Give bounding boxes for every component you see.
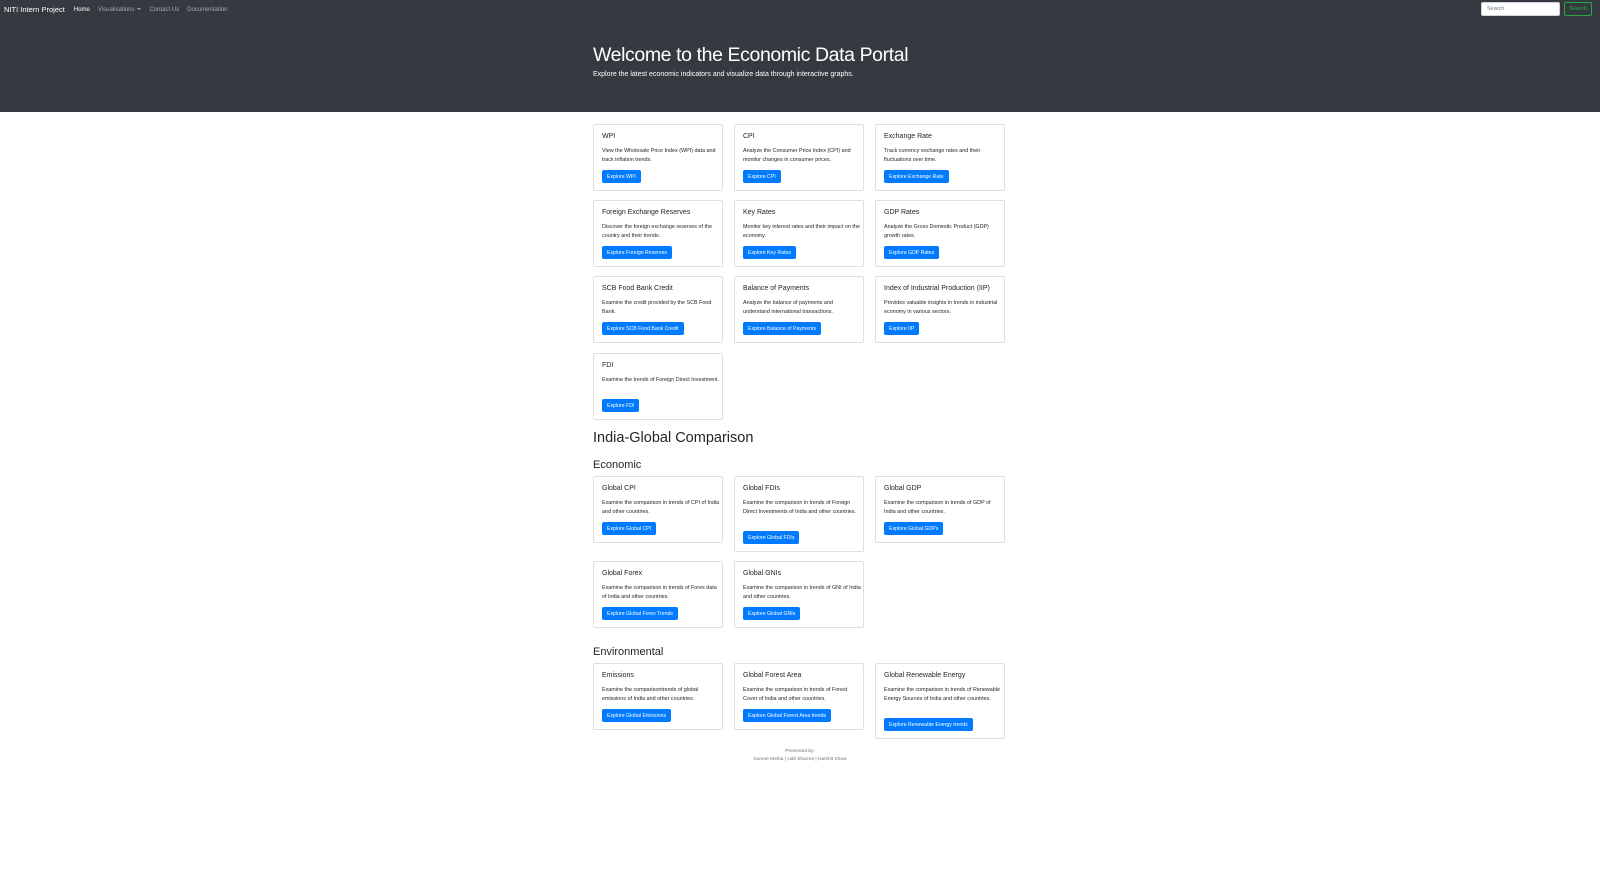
nav-link-documentation[interactable]: Documentation: [187, 7, 227, 13]
search-form: Search: [1481, 2, 1592, 16]
card-global-cpi: Global CPI Examine the comparison in tre…: [593, 476, 723, 543]
card-title: Global Forex: [602, 570, 643, 577]
card-title: Index of Industrial Production (IIP): [884, 285, 990, 292]
explore-global-gnis-button[interactable]: Explore Global GNIs: [743, 607, 801, 620]
explore-key-rates-button[interactable]: Explore Key Rates: [743, 246, 796, 259]
environmental-heading: Environmental: [593, 646, 664, 658]
nav-link-visualisations[interactable]: Visualisations: [98, 7, 142, 13]
navbar-brand[interactable]: NITI Intern Project: [4, 5, 65, 14]
card-cpi: CPI Analyze the Consumer Price Index (CP…: [734, 124, 864, 191]
card-text: Monitor key interest rates and their imp…: [743, 224, 860, 239]
card-text: Examine the comparison in trends of CPI …: [602, 500, 720, 515]
nav-link-home[interactable]: Home: [74, 7, 90, 13]
card-global-forest-area: Global Forest Area Examine the compariso…: [734, 663, 864, 730]
card-text: Discover the foreign exchange reserves o…: [602, 224, 712, 239]
card-text: Examine the comparison in trends of Fore…: [743, 687, 848, 702]
nav-link-contact[interactable]: Contact Us: [149, 7, 179, 13]
explore-fdi-button[interactable]: Explore FDI: [602, 399, 640, 412]
card-title: Foreign Exchange Reserves: [602, 209, 691, 216]
footer: Presented by: Suneet Mehta | Udit Sharma…: [0, 748, 1600, 763]
search-button[interactable]: Search: [1564, 2, 1592, 16]
card-text: View the Wholesale Price Index (WPI) dat…: [602, 148, 716, 163]
explore-cpi-button[interactable]: Explore CPI: [743, 170, 781, 183]
explore-global-gdps-button[interactable]: Explore Global GDPs: [884, 522, 944, 535]
card-fdi: FDI Examine the trends of Foreign Direct…: [593, 353, 723, 420]
card-title: Global Renewable Energy: [884, 672, 966, 679]
card-title: Exchange Rate: [884, 133, 932, 140]
card-title: Global GNIs: [743, 570, 782, 577]
search-input[interactable]: [1481, 2, 1560, 16]
footer-presented-by: Presented by:: [785, 749, 815, 754]
card-title: GDP Rates: [884, 209, 920, 216]
card-global-gnis: Global GNIs Examine the comparison in tr…: [734, 561, 864, 628]
card-title: Emissions: [602, 672, 634, 679]
card-global-forex: Global Forex Examine the comparison in t…: [593, 561, 723, 628]
card-title: Key Rates: [743, 209, 776, 216]
chevron-down-icon: [137, 7, 142, 10]
hero-subtitle: Explore the latest economic indicators a…: [593, 71, 854, 78]
card-gdp-rates: GDP Rates Analyze the Gross Domestic Pro…: [875, 200, 1005, 267]
explore-foreign-reserves-button[interactable]: Explore Foreign Reserves: [602, 246, 672, 259]
card-text: Analyze the Consumer Price Index (CPI) a…: [743, 148, 851, 163]
nav-link-visualisations-label: Visualisations: [97, 6, 135, 13]
explore-global-forex-button[interactable]: Explore Global Forex Trends: [602, 607, 679, 620]
card-text: Examine the comparison in trends of Rene…: [884, 687, 1000, 702]
card-title: Global FDIs: [743, 485, 780, 492]
card-global-renewable-energy: Global Renewable Energy Examine the comp…: [875, 663, 1005, 739]
card-title: FDI: [602, 362, 614, 369]
card-global-fdis: Global FDIs Examine the comparison in tr…: [734, 476, 864, 552]
card-foreign-exchange-reserves: Foreign Exchange Reserves Discover the f…: [593, 200, 723, 267]
card-title: Balance of Payments: [743, 285, 810, 292]
explore-exchange-rate-button[interactable]: Explore Exchange Rate: [884, 170, 949, 183]
card-title: Global Forest Area: [743, 672, 802, 679]
explore-renewable-energy-button[interactable]: Explore Renewable Energy trends: [884, 718, 973, 731]
card-text: Provides valuable insights in trends in …: [884, 300, 998, 315]
card-balance-of-payments: Balance of Payments Analyze the balance …: [734, 276, 864, 343]
card-title: CPI: [743, 133, 755, 140]
explore-balance-of-payments-button[interactable]: Explore Balance of Payments: [743, 322, 822, 335]
hero-jumbotron: Welcome to the Economic Data Portal Expl…: [0, 19, 1600, 112]
navbar: NITI Intern Project Home Visualisations …: [0, 0, 1600, 19]
card-exchange-rate: Exchange Rate Track currency exchange ra…: [875, 124, 1005, 191]
card-text: Examine the credit provided by the SCB F…: [602, 300, 712, 315]
card-scb-food-bank-credit: SCB Food Bank Credit Examine the credit …: [593, 276, 723, 343]
card-title: SCB Food Bank Credit: [602, 285, 673, 292]
explore-global-cpi-button[interactable]: Explore Global CPI: [602, 522, 657, 535]
explore-global-emissions-button[interactable]: Explore Global Emissions: [602, 709, 672, 722]
card-text: Analyze the balance of payments and unde…: [743, 300, 833, 315]
card-wpi: WPI View the Wholesale Price Index (WPI)…: [593, 124, 723, 191]
explore-scb-food-bank-credit-button[interactable]: Explore SCB Food Bank Credit: [602, 322, 684, 335]
card-text: Track currency exchange rates and their …: [884, 148, 981, 163]
card-emissions: Emissions Examine the comparisontrends o…: [593, 663, 723, 730]
explore-iip-button[interactable]: Explore IIP: [884, 322, 920, 335]
card-global-gdp: Global GDP Examine the comparison in tre…: [875, 476, 1005, 543]
card-text: Examine the comparison in trends of Fore…: [743, 500, 856, 515]
card-text: Analyze the Gross Domestic Product (GDP)…: [884, 224, 989, 239]
card-title: Global GDP: [884, 485, 922, 492]
card-text: Examine the comparison in trends of Fore…: [602, 585, 717, 600]
hero-title: Welcome to the Economic Data Portal: [593, 44, 909, 66]
explore-wpi-button[interactable]: Explore WPI: [602, 170, 641, 183]
card-text: Examine the comparison in trends of GNI …: [743, 585, 861, 600]
comparison-heading: India-Global Comparison: [593, 430, 754, 446]
card-title: Global CPI: [602, 485, 636, 492]
card-text: Examine the trends of Foreign Direct Inv…: [602, 377, 720, 383]
card-text: Examine the comparison in trends of GDP …: [884, 500, 991, 515]
explore-gdp-rates-button[interactable]: Explore GDP Rates: [884, 246, 940, 259]
explore-global-forest-area-button[interactable]: Explore Global Forest Area trends: [743, 709, 832, 722]
card-text: Examine the comparisontrends of global e…: [602, 687, 699, 702]
card-key-rates: Key Rates Monitor key interest rates and…: [734, 200, 864, 267]
economic-heading: Economic: [593, 459, 642, 471]
explore-global-fdis-button[interactable]: Explore Global FDIs: [743, 531, 800, 544]
card-title: WPI: [602, 133, 616, 140]
card-iip: Index of Industrial Production (IIP) Pro…: [875, 276, 1005, 343]
footer-authors: Suneet Mehta | Udit Sharma | Harshit Sha…: [753, 756, 847, 762]
